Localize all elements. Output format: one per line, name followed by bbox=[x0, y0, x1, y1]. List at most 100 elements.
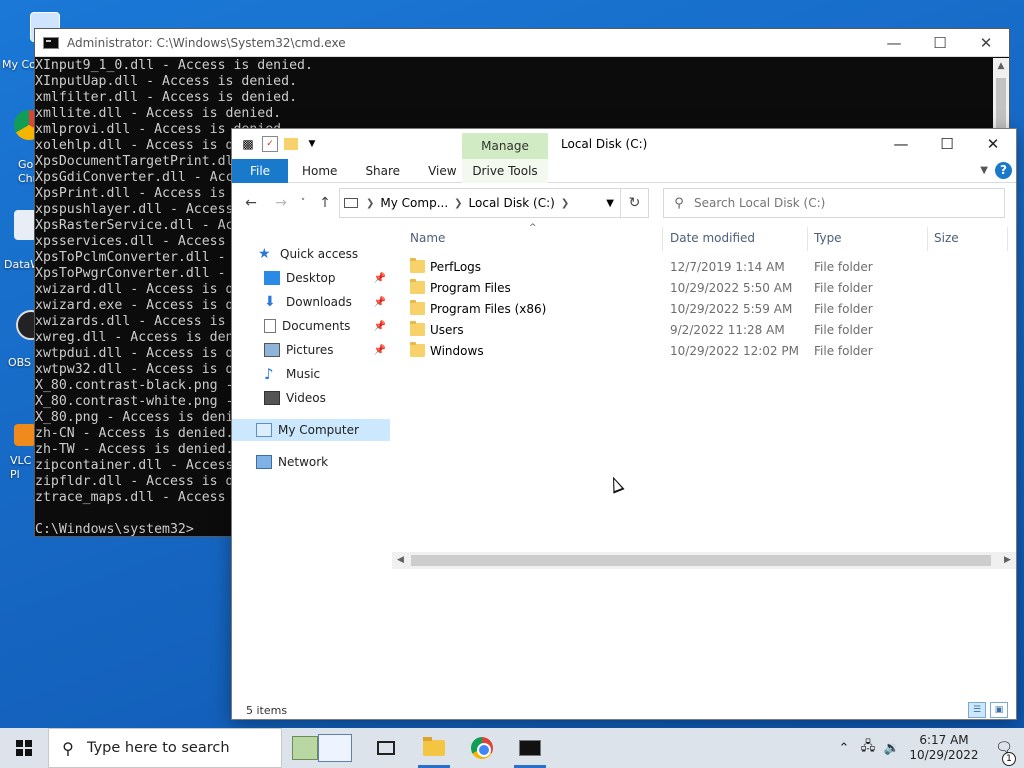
chevron-down-icon[interactable]: ▼ bbox=[304, 136, 320, 152]
start-button[interactable] bbox=[0, 728, 48, 768]
folder-icon bbox=[410, 258, 425, 273]
nav-network[interactable]: Network bbox=[232, 451, 390, 473]
tab-share[interactable]: Share bbox=[351, 159, 414, 183]
terminal-icon bbox=[519, 740, 541, 756]
scroll-up-icon[interactable]: ▲ bbox=[993, 58, 1009, 74]
nav-my-computer[interactable]: My Computer bbox=[232, 419, 390, 441]
column-header-size[interactable]: Size bbox=[934, 223, 959, 253]
window-title: Local Disk (C:) bbox=[561, 137, 648, 151]
nav-desktop[interactable]: Desktop 📌 bbox=[232, 267, 390, 289]
breadcrumb-my-computer[interactable]: My Comp... bbox=[380, 196, 448, 210]
folder-icon bbox=[410, 321, 425, 336]
nav-videos[interactable]: Videos bbox=[232, 387, 390, 409]
task-view-button[interactable] bbox=[362, 728, 410, 768]
column-header-date[interactable]: Date modified bbox=[670, 223, 755, 253]
large-icons-view-icon[interactable]: ▣ bbox=[990, 702, 1008, 718]
up-arrow-icon[interactable]: ↑ bbox=[314, 195, 336, 211]
nav-pictures[interactable]: Pictures 📌 bbox=[232, 339, 390, 361]
clock[interactable]: 6:17 AM 10/29/2022 bbox=[904, 733, 984, 763]
file-type: File folder bbox=[814, 302, 873, 316]
chevron-up-icon[interactable]: ⌃ bbox=[832, 741, 856, 756]
file-date: 10/29/2022 12:02 PM bbox=[670, 344, 799, 358]
scroll-right-icon[interactable]: ▶ bbox=[999, 552, 1016, 569]
folder-icon bbox=[410, 279, 425, 294]
tab-drive-tools[interactable]: Drive Tools bbox=[462, 158, 548, 183]
cmd-line: XInputUap.dll - Access is denied. bbox=[35, 74, 298, 89]
file-name: PerfLogs bbox=[430, 260, 482, 274]
close-button[interactable]: ✕ bbox=[970, 129, 1016, 159]
explorer-titlebar[interactable]: ▩ ✓ ▼ Manage Local Disk (C:) — ☐ ✕ bbox=[232, 129, 1016, 159]
taskbar-file-explorer[interactable] bbox=[410, 728, 458, 768]
table-row[interactable]: Program Files (x86) 10/29/2022 5:59 AM F… bbox=[406, 299, 1006, 320]
column-header-type[interactable]: Type bbox=[814, 223, 842, 253]
minimize-button[interactable]: — bbox=[871, 29, 917, 56]
minimize-button[interactable]: — bbox=[878, 129, 924, 159]
column-divider[interactable] bbox=[927, 227, 928, 251]
tab-file[interactable]: File bbox=[232, 158, 288, 183]
table-row[interactable]: Windows 10/29/2022 12:02 PM File folder bbox=[406, 341, 1006, 362]
file-name: Program Files (x86) bbox=[430, 302, 547, 316]
breadcrumb-local-disk[interactable]: Local Disk (C:) bbox=[469, 196, 555, 210]
pin-icon[interactable]: 📌 bbox=[374, 297, 386, 308]
system-tray: ⌃ 🖧 🔉 6:17 AM 10/29/2022 🗨 1 bbox=[832, 728, 1024, 768]
chevron-down-icon[interactable]: ▼ bbox=[606, 198, 614, 209]
file-name: Program Files bbox=[430, 281, 511, 295]
nav-quick-access[interactable]: ★ Quick access bbox=[232, 243, 390, 265]
nav-downloads[interactable]: ⬇ Downloads 📌 bbox=[232, 291, 390, 313]
horizontal-scrollbar[interactable]: ◀ ▶ bbox=[392, 552, 1016, 569]
computer-icon bbox=[344, 198, 358, 208]
tab-manage[interactable]: Manage bbox=[462, 133, 548, 159]
nav-documents[interactable]: Documents 📌 bbox=[232, 315, 390, 337]
column-divider[interactable] bbox=[662, 227, 663, 251]
pin-icon[interactable]: 📌 bbox=[374, 321, 386, 332]
notification-button[interactable]: 🗨 1 bbox=[984, 740, 1024, 766]
nav-music[interactable]: ♪ Music bbox=[232, 363, 390, 385]
ribbon-tabs: File Home Share View Drive Tools ▼ ? bbox=[232, 158, 1016, 183]
refresh-icon[interactable]: ↻ bbox=[620, 189, 648, 217]
taskbar-cmd[interactable] bbox=[506, 728, 554, 768]
recent-locations-icon[interactable]: ˅ bbox=[292, 198, 314, 208]
forward-arrow-icon[interactable]: → bbox=[270, 195, 292, 211]
chevron-down-icon[interactable]: ▼ bbox=[980, 165, 988, 176]
back-arrow-icon[interactable]: ← bbox=[240, 195, 262, 211]
properties-icon[interactable]: ✓ bbox=[262, 136, 278, 152]
explorer-window[interactable]: ▩ ✓ ▼ Manage Local Disk (C:) — ☐ ✕ File … bbox=[231, 128, 1017, 720]
cmd-line: xmlfilter.dll - Access is denied. bbox=[35, 90, 298, 105]
widgets-button[interactable] bbox=[282, 728, 362, 768]
column-divider[interactable] bbox=[1007, 227, 1008, 251]
download-icon: ⬇ bbox=[264, 294, 276, 310]
new-folder-icon[interactable] bbox=[284, 138, 298, 150]
cmd-titlebar[interactable]: Administrator: C:\Windows\System32\cmd.e… bbox=[35, 29, 1009, 57]
address-bar[interactable]: ❯ My Comp... ❯ Local Disk (C:) ❯ ▼ ↻ bbox=[339, 188, 649, 218]
pin-icon[interactable]: 📌 bbox=[374, 345, 386, 356]
table-row[interactable]: PerfLogs 12/7/2019 1:14 AM File folder bbox=[406, 257, 1006, 278]
scroll-left-icon[interactable]: ◀ bbox=[392, 552, 409, 569]
pin-icon[interactable]: 📌 bbox=[374, 273, 386, 284]
taskbar-search[interactable]: ⚲ Type here to search bbox=[48, 728, 282, 768]
taskbar-chrome[interactable] bbox=[458, 728, 506, 768]
chevron-right-icon[interactable]: ❯ bbox=[561, 198, 569, 209]
maximize-button[interactable]: ☐ bbox=[917, 29, 963, 56]
chevron-right-icon[interactable]: ❯ bbox=[366, 198, 374, 209]
column-header-name[interactable]: Name bbox=[410, 223, 445, 253]
details-view-icon[interactable]: ☰ bbox=[968, 702, 986, 718]
search-input[interactable] bbox=[694, 196, 974, 210]
table-row[interactable]: Users 9/2/2022 11:28 AM File folder bbox=[406, 320, 1006, 341]
volume-icon[interactable]: 🔉 bbox=[880, 741, 904, 756]
file-type: File folder bbox=[814, 281, 873, 295]
help-icon[interactable]: ? bbox=[995, 162, 1012, 179]
music-icon: ♪ bbox=[264, 365, 274, 383]
table-row[interactable]: Program Files 10/29/2022 5:50 AM File fo… bbox=[406, 278, 1006, 299]
task-view-icon bbox=[377, 741, 395, 755]
column-divider[interactable] bbox=[807, 227, 808, 251]
scroll-thumb[interactable] bbox=[411, 555, 991, 566]
tab-home[interactable]: Home bbox=[288, 159, 351, 183]
videos-icon bbox=[264, 391, 280, 405]
maximize-button[interactable]: ☐ bbox=[924, 129, 970, 159]
close-button[interactable]: ✕ bbox=[963, 29, 1009, 56]
search-box[interactable]: ⚲ bbox=[663, 188, 1005, 218]
network-icon[interactable]: 🖧 bbox=[856, 737, 880, 759]
quick-access-toolbar: ▩ ✓ ▼ bbox=[232, 129, 320, 159]
chevron-right-icon[interactable]: ❯ bbox=[454, 198, 462, 209]
folder-icon bbox=[410, 300, 425, 315]
